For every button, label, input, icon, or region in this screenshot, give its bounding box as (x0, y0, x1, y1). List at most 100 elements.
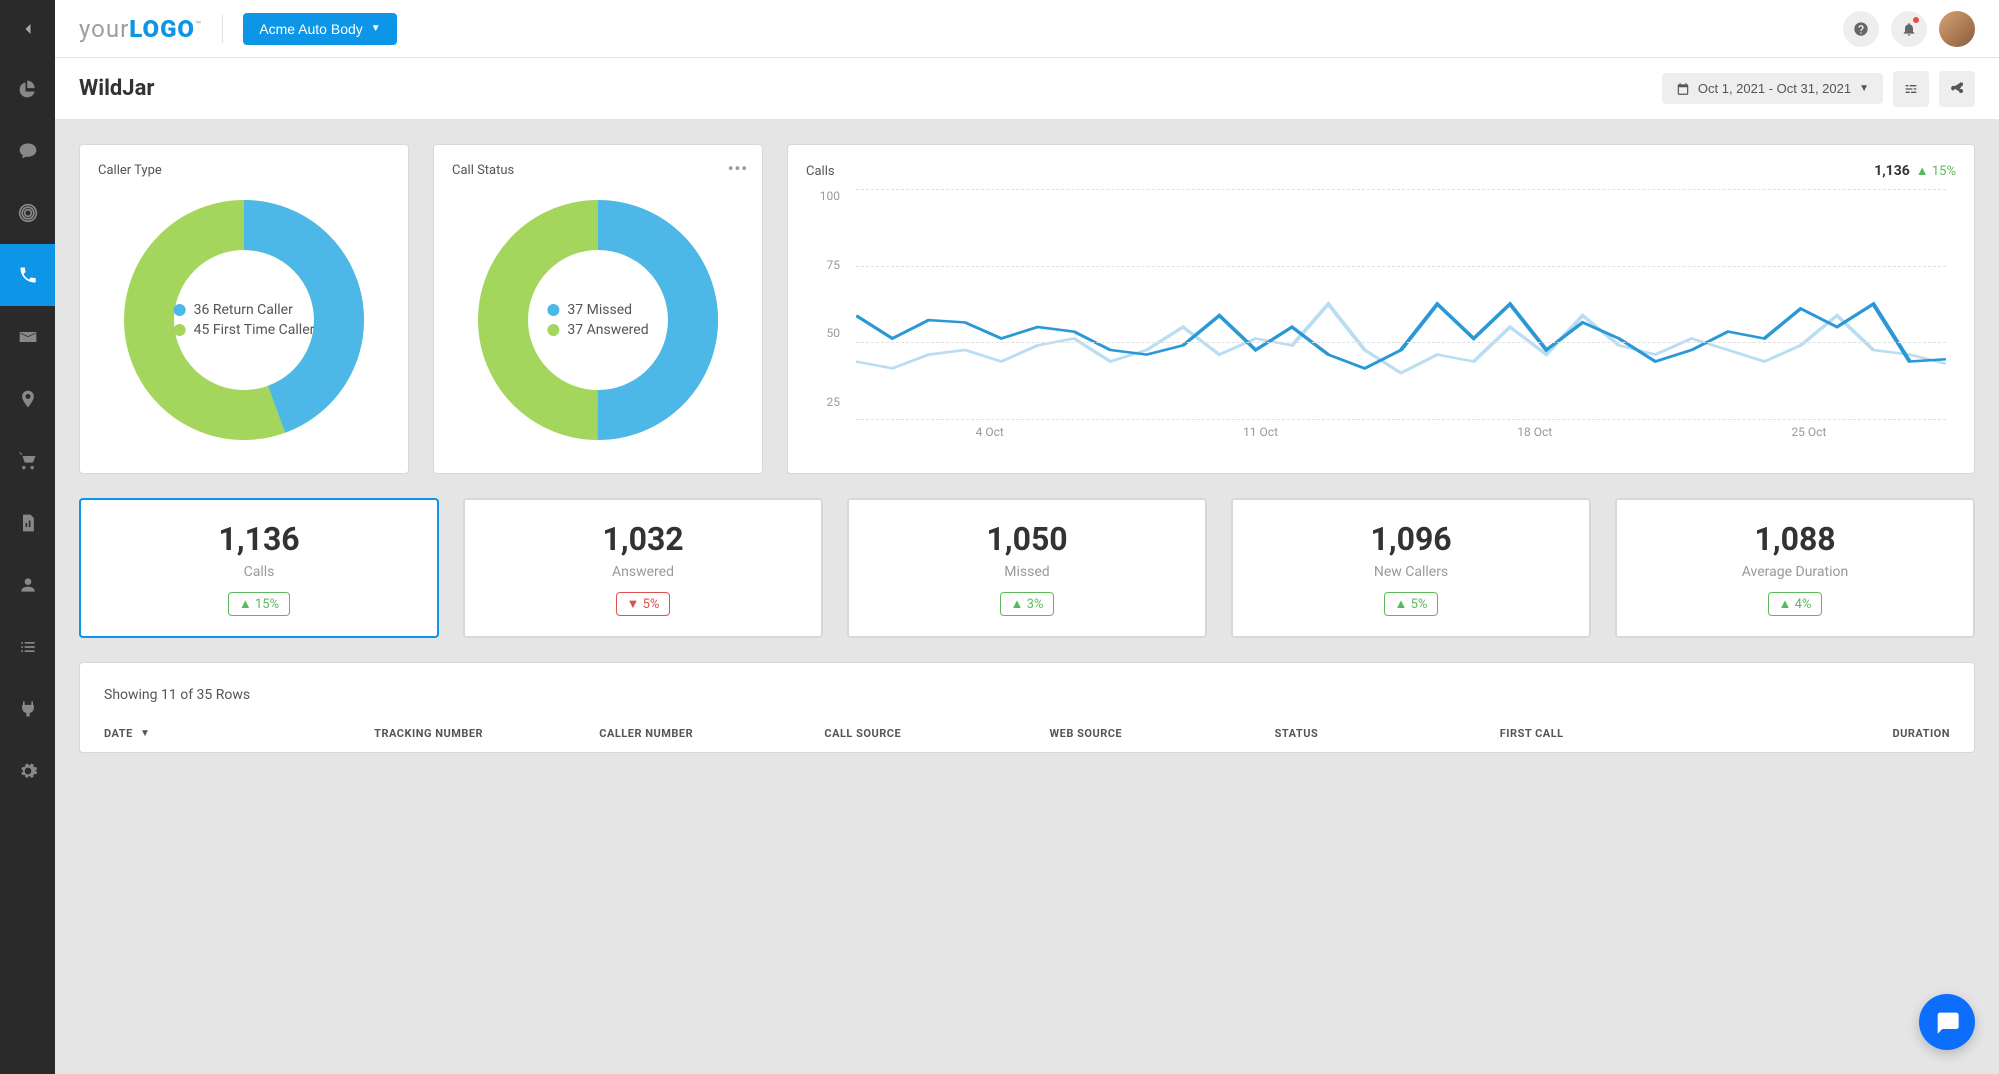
caller-type-card: Caller Type 36 Return Caller (79, 144, 409, 474)
stat-value: 1,096 (1253, 520, 1569, 558)
bell-icon (1901, 21, 1917, 37)
share-button[interactable] (1939, 71, 1975, 107)
plug-icon (18, 699, 38, 719)
gear-icon (18, 761, 38, 781)
client-dropdown-label: Acme Auto Body (259, 21, 363, 37)
stat-delta: ▲ 5% (1384, 592, 1439, 616)
user-avatar[interactable] (1939, 11, 1975, 47)
brand-tm: ™ (195, 20, 202, 31)
card-more-button[interactable]: ••• (728, 159, 748, 178)
cart-icon (18, 451, 38, 471)
question-icon (1853, 21, 1869, 37)
stat-label: New Callers (1253, 564, 1569, 580)
call-status-card: Call Status ••• 37 Missed (433, 144, 763, 474)
table-header[interactable]: CALLER NUMBER (599, 727, 824, 740)
sidebar-item-goals[interactable] (0, 182, 55, 244)
sidebar-back-button[interactable] (0, 0, 55, 58)
date-range-label: Oct 1, 2021 - Oct 31, 2021 (1698, 81, 1851, 96)
stat-value: 1,032 (485, 520, 801, 558)
calls-chart-card: Calls 1,136 ▲ 15% 100755025 4 Oct11 Oct1… (787, 144, 1975, 474)
sort-icon: ▼ (140, 728, 150, 739)
table-header[interactable]: DATE ▼ (104, 727, 374, 740)
date-range-picker[interactable]: Oct 1, 2021 - Oct 31, 2021 ▼ (1662, 73, 1883, 104)
legend-item: 36 Return Caller (174, 302, 315, 318)
brand-logo: yourLOGO™ (79, 15, 202, 43)
stat-value: 1,136 (101, 520, 417, 558)
chat-fab[interactable] (1919, 994, 1975, 1050)
stat-card-missed[interactable]: 1,050 Missed ▲ 3% (847, 498, 1207, 638)
call-status-title: Call Status (452, 163, 744, 178)
chat-bubble-icon (1933, 1008, 1961, 1036)
gridline (856, 266, 1946, 267)
legend-dot (547, 304, 559, 316)
map-pin-icon (18, 389, 38, 409)
legend-item: 37 Answered (547, 322, 648, 338)
divider (222, 15, 223, 43)
table-header[interactable]: WEB SOURCE (1050, 727, 1275, 740)
stat-label: Missed (869, 564, 1185, 580)
notifications-button[interactable] (1891, 11, 1927, 47)
sidebar-item-chat[interactable] (0, 120, 55, 182)
sidebar-item-integrations[interactable] (0, 678, 55, 740)
y-tick: 25 (806, 395, 840, 409)
stat-label: Answered (485, 564, 801, 580)
sidebar-item-files[interactable] (0, 492, 55, 554)
file-chart-icon (18, 513, 38, 533)
stat-card-average-duration[interactable]: 1,088Average Duration▲ 4% (1615, 498, 1975, 638)
table-header[interactable]: FIRST CALL (1500, 727, 1725, 740)
sidebar-item-settings[interactable] (0, 740, 55, 802)
calls-table-card: Showing 11 of 35 Rows DATE ▼TRACKING NUM… (79, 662, 1975, 753)
stat-delta: ▼ 5% (616, 592, 671, 616)
legend-item: 37 Missed (547, 302, 648, 318)
y-tick: 50 (806, 326, 840, 340)
stat-value: 1,088 (1637, 520, 1953, 558)
legend-dot (174, 304, 186, 316)
y-tick: 100 (806, 189, 840, 203)
sidebar-item-ecommerce[interactable] (0, 430, 55, 492)
help-button[interactable] (1843, 11, 1879, 47)
sidebar-item-users[interactable] (0, 554, 55, 616)
y-tick: 75 (806, 258, 840, 272)
legend-label: 45 First Time Caller (194, 322, 315, 338)
target-icon (18, 203, 38, 223)
sidebar-item-calls[interactable] (0, 244, 55, 306)
legend-label: 37 Answered (567, 322, 648, 338)
phone-icon (18, 265, 38, 285)
calendar-icon (1676, 82, 1690, 96)
stat-card-answered[interactable]: 1,032 Answered ▼ 5% (463, 498, 823, 638)
notification-dot (1913, 17, 1919, 23)
stat-card-calls[interactable]: 1,136Calls▲ 15% (79, 498, 439, 638)
x-tick: 11 Oct (1243, 425, 1278, 449)
top-header: yourLOGO™ Acme Auto Body ▼ (55, 0, 1999, 58)
sidebar-item-email[interactable] (0, 306, 55, 368)
stat-card-new-callers[interactable]: 1,096 New Callers ▲ 5% (1231, 498, 1591, 638)
chat-icon (18, 141, 38, 161)
table-header[interactable]: STATUS (1275, 727, 1500, 740)
user-icon (18, 575, 38, 595)
table-header[interactable]: TRACKING NUMBER (374, 727, 599, 740)
sidebar-item-list[interactable] (0, 616, 55, 678)
table-showing-text: Showing 11 of 35 Rows (104, 687, 1950, 703)
calls-chart-title: Calls (806, 164, 835, 179)
caret-down-icon: ▼ (1859, 83, 1869, 94)
legend-item: 45 First Time Caller (174, 322, 315, 338)
caller-type-legend: 36 Return Caller 45 First Time Caller (174, 298, 315, 342)
share-icon (1949, 81, 1965, 97)
call-status-legend: 37 Missed 37 Answered (547, 298, 648, 342)
client-dropdown[interactable]: Acme Auto Body ▼ (243, 13, 396, 45)
caret-down-icon: ▼ (371, 23, 381, 34)
legend-label: 36 Return Caller (194, 302, 293, 318)
list-icon (18, 637, 38, 657)
sidebar-item-location[interactable] (0, 368, 55, 430)
stat-value: 1,050 (869, 520, 1185, 558)
x-tick: 4 Oct (976, 425, 1004, 449)
stat-label: Calls (101, 564, 417, 580)
page-title: WildJar (79, 76, 154, 101)
table-header[interactable]: DURATION (1725, 727, 1950, 740)
filters-button[interactable] (1893, 71, 1929, 107)
gridline (856, 419, 1946, 420)
table-header[interactable]: CALL SOURCE (824, 727, 1049, 740)
stat-delta: ▲ 3% (1000, 592, 1055, 616)
sidebar-item-reports[interactable] (0, 58, 55, 120)
line-series-current (856, 304, 1946, 368)
